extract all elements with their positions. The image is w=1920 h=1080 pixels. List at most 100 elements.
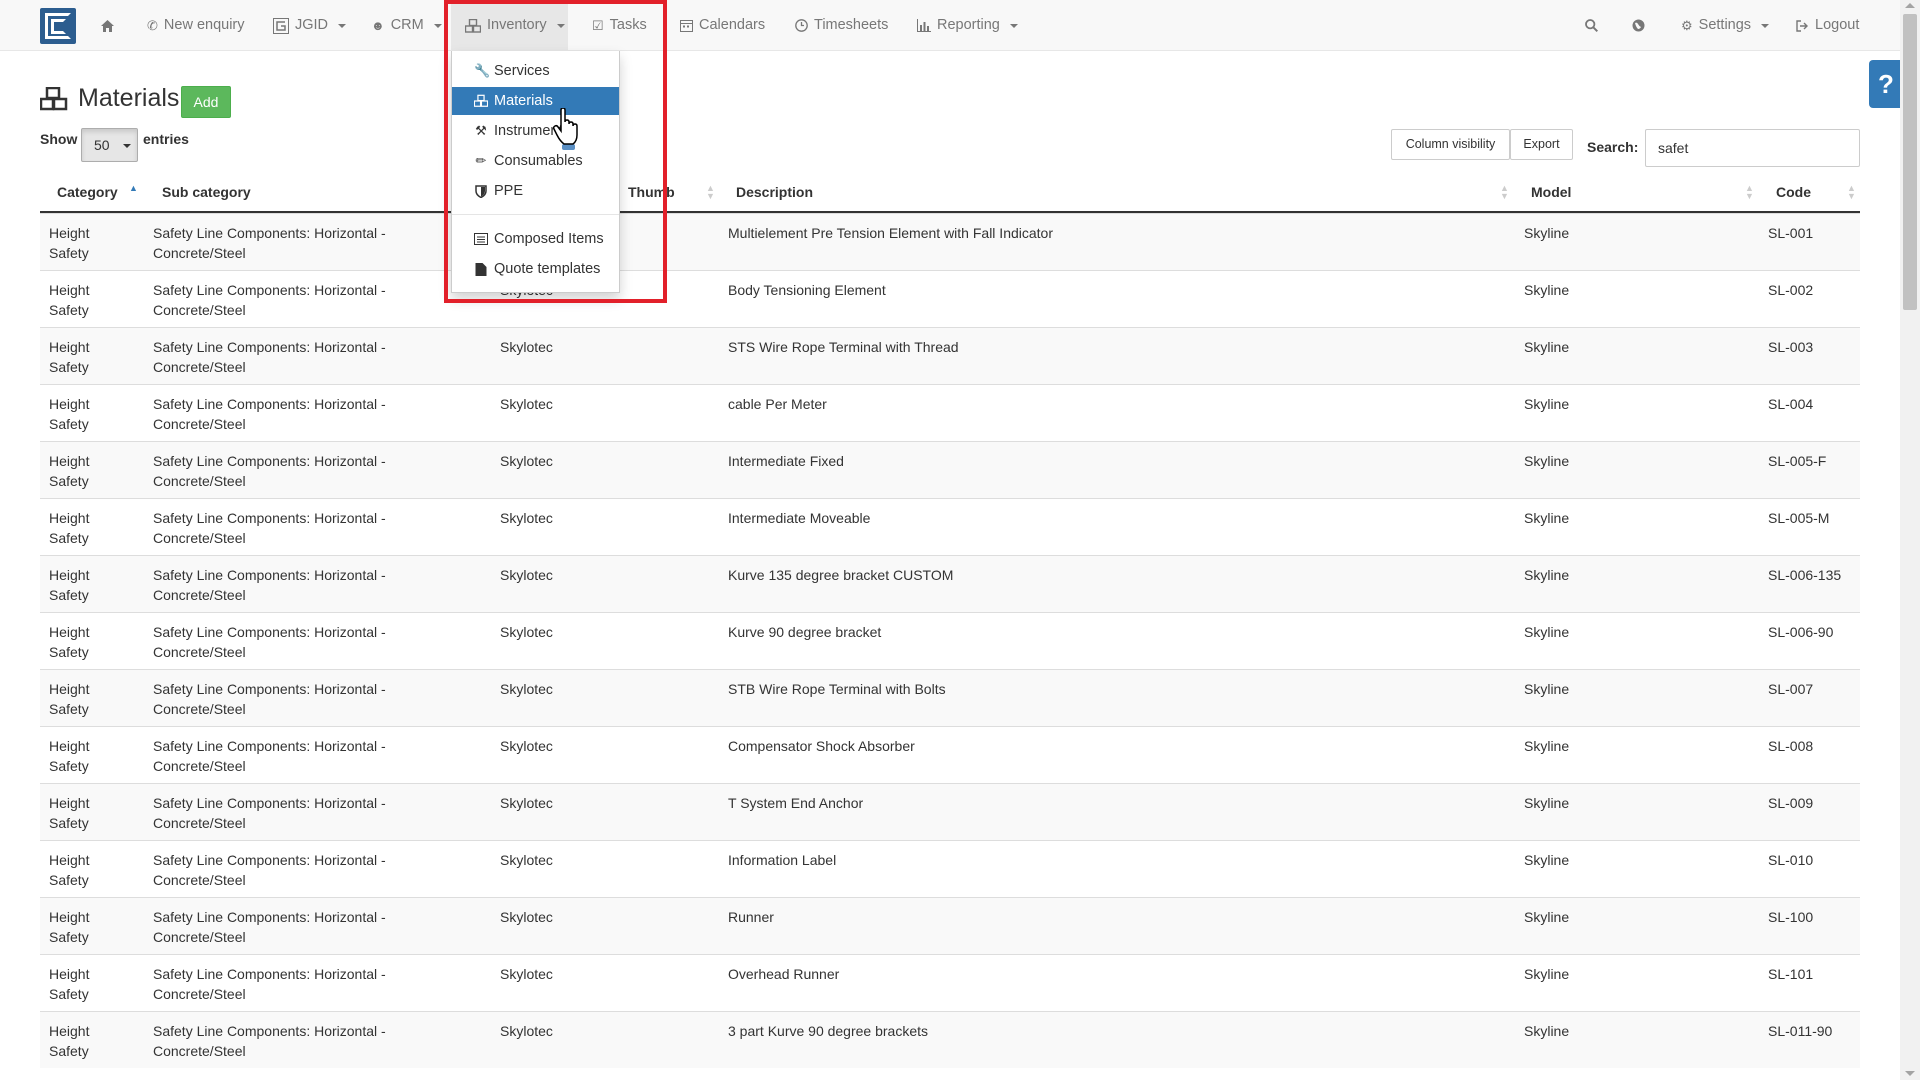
cell-supplier-text: Skylotec bbox=[500, 1023, 553, 1039]
table-row[interactable]: Height Safety Safety Line Components: Hori… bbox=[40, 726, 1860, 783]
nav-timesheets[interactable]: Timesheets bbox=[795, 0, 888, 51]
header-label: Category bbox=[57, 184, 118, 200]
header-category[interactable]: Category bbox=[57, 180, 118, 213]
add-button[interactable]: Add bbox=[181, 86, 231, 118]
dropdown-item-ppe[interactable]: PPE bbox=[452, 177, 619, 205]
cell-supplier-text: Skylotec bbox=[500, 339, 553, 355]
cell-code-text: SL-100 bbox=[1768, 909, 1814, 925]
cell-code: SL-006-135 bbox=[1768, 565, 1841, 585]
cell-code: SL-100 bbox=[1768, 907, 1813, 927]
header-code[interactable]: Code bbox=[1776, 180, 1811, 213]
cell-category: Height Safety bbox=[49, 508, 89, 548]
table-row[interactable]: Height Safety Safety Line Components: Hori… bbox=[40, 384, 1860, 441]
cell-category-text: Height bbox=[49, 738, 90, 754]
cell-description-text: Body Tensioning Element bbox=[728, 282, 886, 298]
scrollbar-thumb[interactable] bbox=[1903, 14, 1917, 310]
home-icon bbox=[101, 19, 114, 32]
table-row[interactable]: Height Safety Safety Line Components: Hori… bbox=[40, 783, 1860, 840]
table-row[interactable]: Height Safety Safety Line Components: Hori… bbox=[40, 897, 1860, 954]
page-scrollbar[interactable] bbox=[1900, 0, 1920, 1080]
sort-icon: ▲ ▼ bbox=[1847, 183, 1856, 201]
cell-category-text: Height bbox=[49, 225, 90, 241]
cell-description-text: 3 part Kurve 90 degree brackets bbox=[728, 1023, 929, 1039]
table-row[interactable]: Height Safety Safety Line Components: Hori… bbox=[40, 327, 1860, 384]
table-row[interactable]: Height Safety Safety Line Components: Hori… bbox=[40, 441, 1860, 498]
header-sub-category[interactable]: Sub category bbox=[162, 180, 251, 213]
cell-model-text: Skyline bbox=[1524, 510, 1570, 526]
sign-out-icon bbox=[1796, 19, 1808, 32]
table-row[interactable]: Height Safety Safety Line Components: Hori… bbox=[40, 612, 1860, 669]
cell-model: Skyline bbox=[1524, 850, 1569, 870]
search-input[interactable] bbox=[1645, 129, 1860, 167]
cell-description-text: Runner bbox=[728, 909, 774, 925]
cell-sub-category-text: Concrete/Steel bbox=[153, 302, 246, 318]
dropdown-item-instruments[interactable]: ⚒ Instruments bbox=[452, 117, 619, 145]
cell-code-text: SL-004 bbox=[1768, 396, 1814, 412]
logo-icon[interactable] bbox=[40, 8, 76, 44]
header-label: Description bbox=[736, 184, 814, 200]
export-button[interactable]: Export bbox=[1510, 129, 1573, 160]
nav-tasks[interactable]: ☑ Tasks bbox=[592, 0, 647, 51]
cell-model: Skyline bbox=[1524, 1021, 1569, 1041]
nav-inventory[interactable]: Inventory bbox=[451, 0, 568, 51]
cell-sub-category-text: Safety Line Components: Horizontal - bbox=[153, 567, 386, 583]
table-row[interactable]: Height Safety Safety Line Components: Hori… bbox=[40, 270, 1860, 327]
cell-model-text: Skyline bbox=[1524, 795, 1570, 811]
cell-sub-category-text: Safety Line Components: Horizontal - bbox=[153, 909, 386, 925]
dropdown-item-materials[interactable]: Materials bbox=[452, 87, 619, 115]
nav-home[interactable] bbox=[101, 0, 114, 51]
table-row[interactable]: Height Safety Safety Line Components: Hori… bbox=[40, 840, 1860, 897]
page-title-text: Materials bbox=[78, 84, 180, 112]
table-row[interactable]: Height Safety Safety Line Components: Hori… bbox=[40, 213, 1860, 270]
cell-model-text: Skyline bbox=[1524, 909, 1570, 925]
column-visibility-button[interactable]: Column visibility bbox=[1391, 129, 1510, 160]
table-row[interactable]: Height Safety Safety Line Components: Hori… bbox=[40, 954, 1860, 1011]
cell-model: Skyline bbox=[1524, 964, 1569, 984]
nav-settings[interactable]: ⚙ Settings bbox=[1681, 0, 1770, 51]
cell-sub-category: Safety Line Components: Horizontal - Conc… bbox=[153, 793, 386, 833]
nav-language[interactable] bbox=[1632, 0, 1645, 51]
cell-sub-category-text: Safety Line Components: Horizontal - bbox=[153, 282, 386, 298]
nav-tasks-label: Tasks bbox=[609, 17, 647, 33]
cell-sub-category-text: Concrete/Steel bbox=[153, 929, 246, 945]
nav-crm[interactable]: ☻ CRM bbox=[371, 0, 442, 51]
nav-calendars[interactable]: Calendars bbox=[680, 0, 765, 51]
scroll-up-icon[interactable] bbox=[1905, 3, 1915, 8]
cell-category: Height Safety bbox=[49, 622, 89, 662]
chevron-down-icon bbox=[1009, 23, 1018, 28]
nav-search[interactable] bbox=[1585, 0, 1598, 51]
entries-per-page-select[interactable]: 50 bbox=[81, 128, 138, 162]
header-model[interactable]: Model bbox=[1531, 180, 1571, 213]
cell-category-text: Safety bbox=[49, 530, 89, 546]
cell-supplier: Skylotec bbox=[500, 736, 553, 756]
dropdown-item-composed-items[interactable]: Composed Items bbox=[452, 225, 619, 253]
cell-supplier: Skylotec bbox=[500, 508, 553, 528]
cubes-icon bbox=[465, 18, 481, 33]
nav-jgid[interactable]: JGID bbox=[273, 0, 347, 51]
hammer-icon: ⚒ bbox=[475, 123, 487, 138]
cell-model: Skyline bbox=[1524, 793, 1569, 813]
table-row[interactable]: Height Safety Safety Line Components: Hori… bbox=[40, 1011, 1860, 1068]
cell-sub-category: Safety Line Components: Horizontal - Conc… bbox=[153, 508, 386, 548]
table-row[interactable]: Height Safety Safety Line Components: Hori… bbox=[40, 498, 1860, 555]
header-thumb[interactable]: Thumb bbox=[628, 180, 675, 213]
cell-category-text: Height bbox=[49, 795, 90, 811]
table-row[interactable]: Height Safety Safety Line Components: Hori… bbox=[40, 669, 1860, 726]
scroll-down-icon[interactable] bbox=[1905, 1071, 1915, 1076]
header-description[interactable]: Description bbox=[736, 180, 813, 213]
dropdown-item-quote-templates[interactable]: Quote templates bbox=[452, 255, 619, 283]
help-button[interactable]: ? bbox=[1869, 60, 1903, 108]
nav-reporting[interactable]: Reporting bbox=[917, 0, 1018, 51]
cell-model-text: Skyline bbox=[1524, 396, 1570, 412]
nav-jgid-label: JGID bbox=[295, 17, 329, 33]
nav-logout-label: Logout bbox=[1815, 17, 1860, 33]
dropdown-item-services[interactable]: 🔧 Services bbox=[452, 57, 619, 85]
cell-category-text: Safety bbox=[49, 815, 89, 831]
nav-new-enquiry[interactable]: ✆ New enquiry bbox=[147, 0, 245, 51]
nav-logout[interactable]: Logout bbox=[1796, 0, 1859, 51]
cell-code: SL-007 bbox=[1768, 679, 1813, 699]
table-row[interactable]: Height Safety Safety Line Components: Hori… bbox=[40, 555, 1860, 612]
dropdown-item-consumables[interactable]: ✏ Consumables bbox=[452, 147, 619, 175]
cell-sub-category: Safety Line Components: Horizontal - Conc… bbox=[153, 1021, 386, 1061]
header-label: Model bbox=[1531, 184, 1572, 200]
